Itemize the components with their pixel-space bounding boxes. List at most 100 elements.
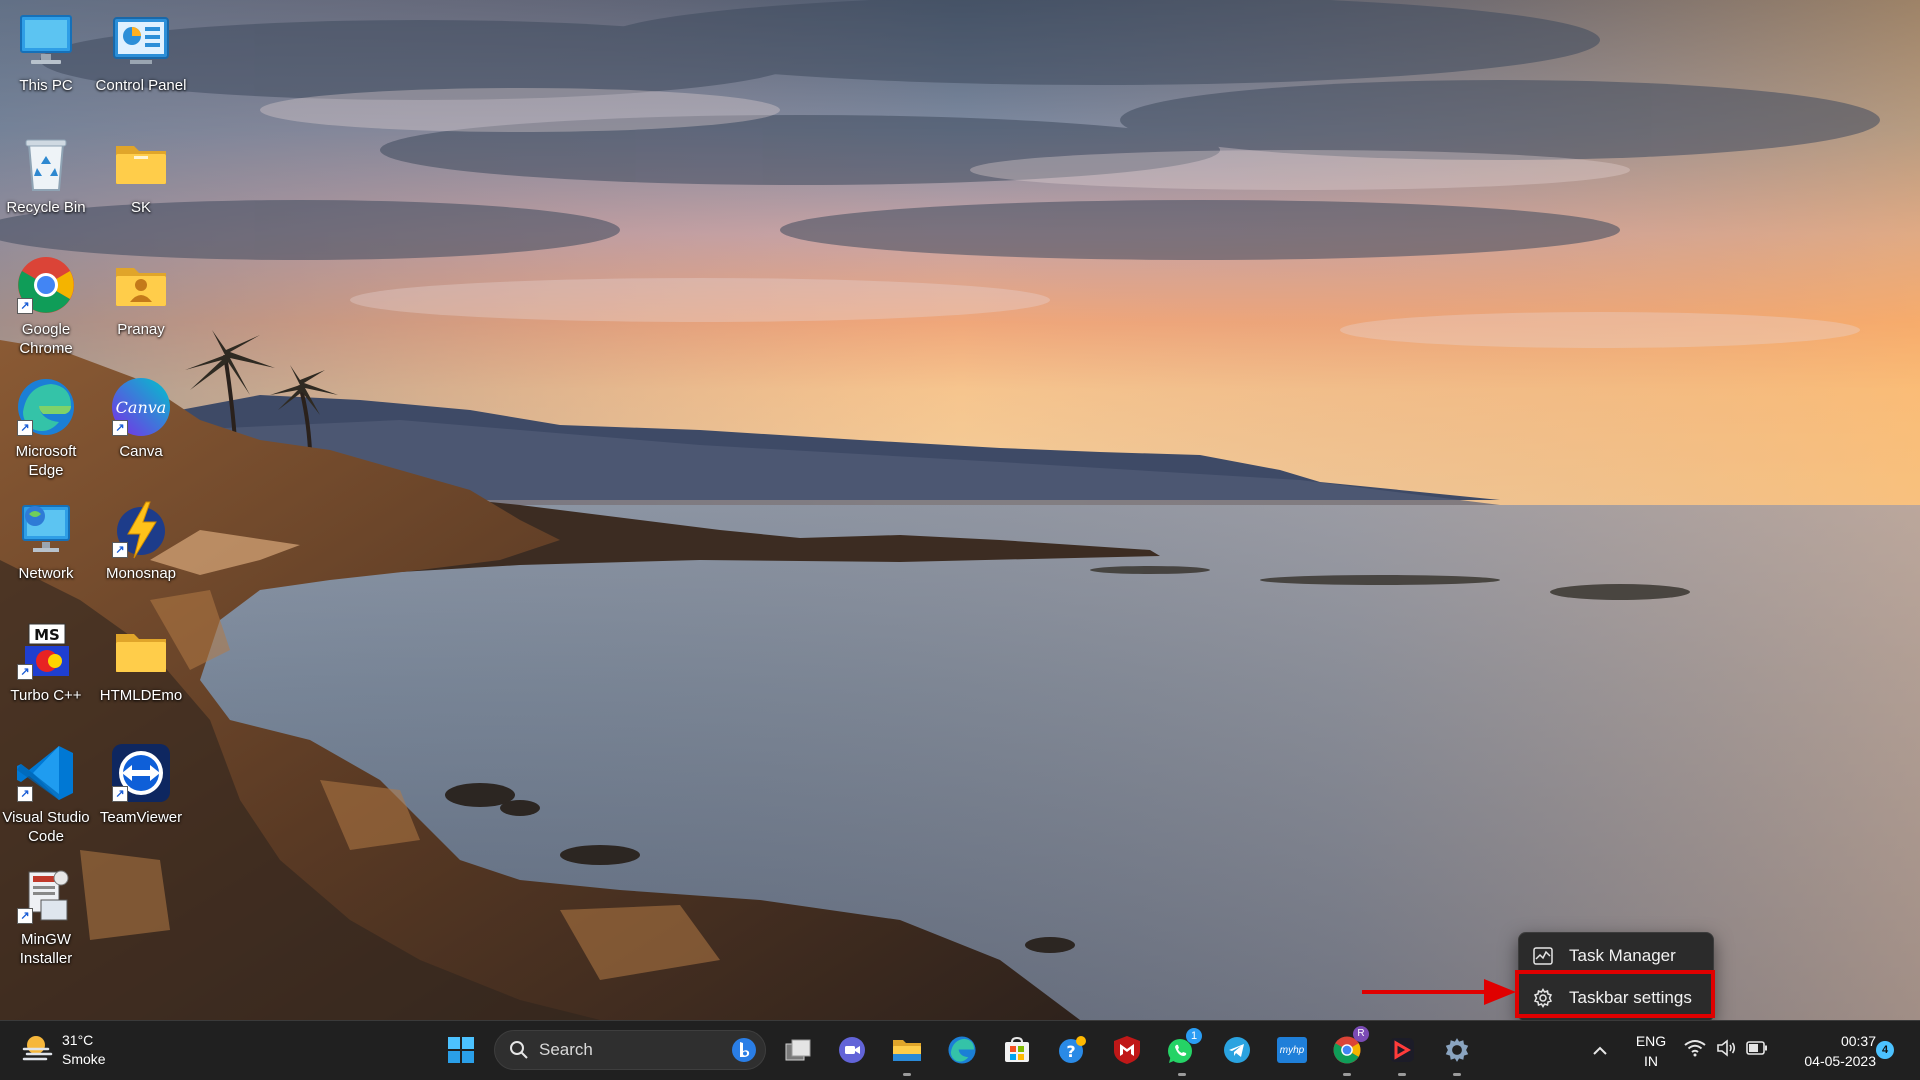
shortcut-arrow-icon: ↗ <box>17 664 33 680</box>
desktop-icon-control-panel[interactable]: Control Panel <box>95 4 187 95</box>
shortcut-arrow-icon: ↗ <box>112 786 128 802</box>
desktop-icon-label: MinGW Installer <box>19 931 73 967</box>
desktop-icon-this-pc[interactable]: This PC <box>0 4 92 95</box>
menu-item-task-manager[interactable]: Task Manager <box>1523 937 1709 975</box>
weather-condition: Smoke <box>62 1051 106 1067</box>
desktop-icon-microsoft-edge[interactable]: ↗ Microsoft Edge <box>0 370 92 480</box>
whatsapp-button[interactable]: 1 <box>1162 1028 1202 1076</box>
shortcut-arrow-icon: ↗ <box>17 298 33 314</box>
running-indicator <box>1178 1073 1186 1076</box>
desktop-icon-htmldemo-folder[interactable]: HTMLDEmo <box>95 614 187 705</box>
menu-item-label: Taskbar settings <box>1569 988 1692 1007</box>
control-panel-icon <box>110 10 172 72</box>
screen-recorder-button[interactable] <box>1382 1030 1422 1076</box>
clock[interactable]: 00:37 04-05-2023 <box>1780 1031 1876 1071</box>
weather-haze-icon <box>20 1031 54 1073</box>
chrome-icon: ↗ <box>15 254 77 316</box>
task-view-button[interactable] <box>778 1030 818 1070</box>
shortcut-arrow-icon: ↗ <box>17 420 33 436</box>
desktop-icon-label: Turbo C++ <box>10 687 82 704</box>
file-explorer-button[interactable] <box>887 1030 927 1076</box>
running-indicator <box>903 1073 911 1076</box>
notification-badge[interactable]: 4 <box>1876 1041 1894 1059</box>
wifi-icon <box>1684 1040 1706 1057</box>
weather-widget[interactable]: 31°C Smoke <box>20 1031 130 1073</box>
desktop-icon-vscode[interactable]: ↗ Visual Studio Code <box>0 736 92 846</box>
desktop-wallpaper <box>0 0 1920 1020</box>
region-code: IN <box>1644 1053 1658 1069</box>
quick-settings-button[interactable] <box>1684 1039 1768 1057</box>
taskbar-search-box[interactable]: Search <box>494 1030 766 1070</box>
teamviewer-icon: ↗ <box>110 742 172 804</box>
clock-date: 04-05-2023 <box>1804 1053 1876 1069</box>
desktop-icon-label: Canva <box>119 443 163 460</box>
desktop-icon-sk-folder[interactable]: SK <box>95 126 187 217</box>
folder-icon <box>110 620 172 682</box>
show-hidden-icons-button[interactable] <box>1582 1030 1618 1070</box>
edge-icon: ↗ <box>15 376 77 438</box>
desktop-icon-label: Microsoft Edge <box>15 443 77 479</box>
canva-icon: Canva ↗ <box>110 376 172 438</box>
desktop-icon-recycle-bin[interactable]: Recycle Bin <box>0 126 92 217</box>
desktop-icon-canva[interactable]: Canva ↗ Canva <box>95 370 187 461</box>
camera-chat-icon <box>839 1037 865 1063</box>
desktop-icon-mingw-installer[interactable]: ↗ MinGW Installer <box>0 858 92 968</box>
desktop-icon-google-chrome[interactable]: ↗ Google Chrome <box>0 248 92 358</box>
edge-taskbar-button[interactable] <box>942 1030 982 1070</box>
desktop-icon-pranay-folder[interactable]: Pranay <box>95 248 187 339</box>
start-button[interactable] <box>441 1030 481 1070</box>
edge-icon <box>948 1036 976 1064</box>
language-code: ENG <box>1635 1033 1667 1049</box>
desktop-icon-network[interactable]: Network <box>0 492 92 583</box>
menu-item-label: Task Manager <box>1569 946 1676 965</box>
telegram-button[interactable] <box>1217 1030 1257 1070</box>
desktop-icon-label: Google Chrome <box>19 321 73 357</box>
battery-icon <box>1746 1041 1767 1055</box>
task-view-icon <box>785 1039 811 1061</box>
desktop-icon-turbo-cpp[interactable]: MS ↗ Turbo C++ <box>0 614 92 705</box>
gear-icon <box>1533 988 1569 1008</box>
input-language-indicator[interactable]: ENG IN <box>1628 1031 1674 1071</box>
get-help-button[interactable]: ? <box>1052 1030 1092 1070</box>
monosnap-icon: ↗ <box>110 498 172 560</box>
svg-text:?: ? <box>1066 1042 1075 1061</box>
folder-icon <box>893 1040 921 1061</box>
desktop-icon-label: TeamViewer <box>99 809 183 826</box>
recorder-icon <box>1390 1038 1414 1062</box>
myhp-button[interactable]: myhp <box>1272 1030 1312 1070</box>
telegram-icon <box>1224 1037 1250 1063</box>
desktop-icon-monosnap[interactable]: ↗ Monosnap <box>95 492 187 583</box>
desktop-icon-label: Recycle Bin <box>6 199 86 216</box>
monitor-icon <box>15 10 77 72</box>
task-manager-icon <box>1533 947 1569 965</box>
store-icon <box>1005 1036 1029 1062</box>
settings-button[interactable] <box>1437 1030 1477 1076</box>
bing-icon[interactable] <box>731 1037 757 1063</box>
desktop-icon-label: This PC <box>19 77 73 94</box>
mcafee-icon <box>1114 1036 1140 1064</box>
turbo-cpp-icon: MS ↗ <box>15 620 77 682</box>
desktop-icon-label: HTMLDEmo <box>99 687 183 704</box>
menu-item-taskbar-settings[interactable]: Taskbar settings <box>1523 979 1709 1017</box>
volume-icon <box>1717 1039 1736 1057</box>
desktop-icon-teamviewer[interactable]: ↗ TeamViewer <box>95 736 187 827</box>
shortcut-arrow-icon: ↗ <box>17 908 33 924</box>
windows-logo-icon <box>448 1037 474 1063</box>
desktop-icon-label: Visual Studio Code <box>2 809 90 845</box>
myhp-icon: myhp <box>1277 1037 1307 1063</box>
help-icon: ? <box>1059 1036 1086 1063</box>
desktop-icon-label: Pranay <box>117 321 165 338</box>
clock-time: 00:37 <box>1840 1033 1876 1049</box>
whatsapp-badge: 1 <box>1186 1028 1202 1044</box>
store-button[interactable] <box>997 1030 1037 1070</box>
user-folder-icon <box>110 254 172 316</box>
chrome-taskbar-button[interactable]: R <box>1327 1026 1369 1076</box>
running-indicator <box>1398 1073 1406 1076</box>
recycle-bin-icon <box>15 132 77 194</box>
weather-temperature: 31°C <box>62 1032 94 1048</box>
mcafee-button[interactable] <box>1107 1030 1147 1070</box>
desktop-icon-label: Monosnap <box>105 565 177 582</box>
turbo-logo-text: MS <box>34 626 60 644</box>
teams-chat-button[interactable] <box>832 1030 872 1070</box>
running-indicator <box>1453 1073 1461 1076</box>
